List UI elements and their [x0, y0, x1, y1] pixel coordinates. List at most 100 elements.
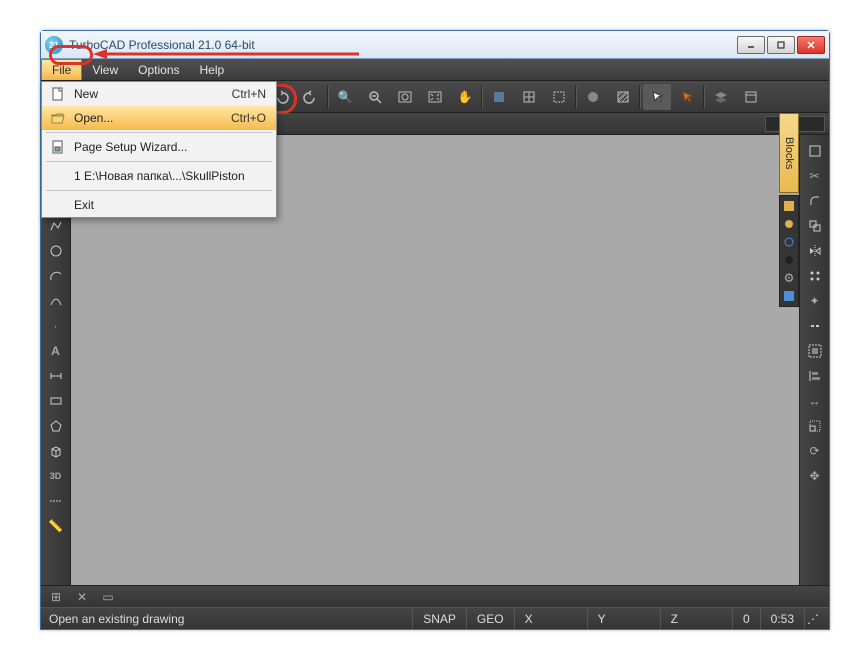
page-setup-icon [48, 140, 68, 154]
tool-zoom-window-icon[interactable] [391, 84, 419, 110]
close-button[interactable] [797, 36, 825, 54]
tool-offset-icon[interactable] [803, 214, 827, 238]
file-menu-recent-1[interactable]: 1 E:\Новая папка\...\SkullPiston [42, 164, 276, 188]
app-icon: 21 [45, 36, 63, 54]
tool-dimension-icon[interactable] [44, 364, 68, 388]
titlebar: 21 TurboCAD Professional 21.0 64-bit [41, 31, 829, 59]
tool-scale-icon[interactable] [803, 414, 827, 438]
status-time: 0:53 [760, 608, 804, 629]
menubar: File View Options Help New Ctrl+N Open..… [41, 59, 829, 81]
toolbar-separator [703, 85, 705, 109]
model-paper-icon[interactable]: ▭ [99, 588, 117, 606]
tool-join-icon[interactable] [803, 314, 827, 338]
tool-text-icon[interactable]: A [44, 339, 68, 363]
tool-align-icon[interactable] [803, 364, 827, 388]
menu-separator [46, 132, 272, 133]
file-menu-new-shortcut: Ctrl+N [232, 87, 266, 101]
tool-point-icon[interactable]: · [44, 314, 68, 338]
tool-modify-icon[interactable] [803, 139, 827, 163]
tool-curve-icon[interactable] [44, 289, 68, 313]
status-bar: Open an existing drawing SNAP GEO X Y Z … [41, 607, 829, 629]
status-x-value[interactable] [537, 612, 577, 626]
status-y-value[interactable] [610, 612, 650, 626]
tool-move-icon[interactable]: ✥ [803, 464, 827, 488]
menu-file[interactable]: File [41, 59, 82, 80]
file-menu-open-label: Open... [68, 111, 231, 125]
status-hint: Open an existing drawing [49, 608, 194, 629]
file-menu-open-shortcut: Ctrl+O [231, 111, 266, 125]
maximize-button[interactable] [767, 36, 795, 54]
tool-select-icon[interactable] [643, 84, 671, 110]
status-resize-grip-icon[interactable]: ⋰ [804, 608, 821, 629]
status-geo[interactable]: GEO [466, 608, 514, 629]
status-z-label: Z [671, 612, 678, 626]
blocks-icon-4[interactable] [781, 252, 797, 268]
blocks-icon-3[interactable] [781, 234, 797, 250]
tool-measure-icon[interactable]: 📏 [44, 514, 68, 538]
tool-rotate-icon[interactable]: ⟳ [803, 439, 827, 463]
tool-group-icon[interactable] [803, 339, 827, 363]
tool-box-icon[interactable] [44, 439, 68, 463]
tool-wireframe-icon[interactable] [515, 84, 543, 110]
file-menu-open[interactable]: Open... Ctrl+O [42, 106, 276, 130]
new-file-icon [48, 87, 68, 101]
file-menu-exit[interactable]: Exit [42, 193, 276, 217]
open-folder-icon [48, 111, 68, 125]
file-menu-new-label: New [68, 87, 232, 101]
file-menu-exit-label: Exit [68, 198, 266, 212]
tool-materials-icon[interactable] [579, 84, 607, 110]
grid-toggle-icon[interactable]: ✕ [73, 588, 91, 606]
tool-properties-icon[interactable] [737, 84, 765, 110]
tool-zoom-out-icon[interactable] [361, 84, 389, 110]
file-menu-page-setup-label: Page Setup Wizard... [68, 140, 266, 154]
tool-hatch-icon[interactable] [609, 84, 637, 110]
tool-3d-select-icon[interactable] [673, 84, 701, 110]
toolbar-separator [575, 85, 577, 109]
tool-redo-icon[interactable] [297, 84, 325, 110]
blocks-icon-5[interactable]: ⚙ [781, 270, 797, 286]
toolbar-separator [327, 85, 329, 109]
status-x: X [514, 608, 587, 629]
tool-pan-icon[interactable]: ✋ [451, 84, 479, 110]
toolbar-separator [639, 85, 641, 109]
file-menu-page-setup[interactable]: Page Setup Wizard... [42, 135, 276, 159]
menu-separator [46, 161, 272, 162]
blocks-panel-tab[interactable]: Blocks [779, 113, 799, 193]
blocks-panel-icons: ⚙ [779, 195, 799, 307]
window-title: TurboCAD Professional 21.0 64-bit [69, 38, 737, 52]
snap-toggle-icon[interactable]: ⊞ [47, 588, 65, 606]
tool-construction-icon[interactable] [44, 489, 68, 513]
tool-explode-icon[interactable]: ✦ [803, 289, 827, 313]
tool-circle-icon[interactable] [44, 239, 68, 263]
status-z: Z [660, 608, 732, 629]
tool-polygon-icon[interactable] [44, 414, 68, 438]
toolbar-separator [481, 85, 483, 109]
menu-help[interactable]: Help [190, 59, 235, 80]
status-snap[interactable]: SNAP [412, 608, 466, 629]
tool-array-icon[interactable] [803, 264, 827, 288]
tool-zoom-in-icon[interactable]: 🔍 [331, 84, 359, 110]
tool-rectangle-icon[interactable] [44, 389, 68, 413]
menu-options[interactable]: Options [128, 59, 189, 80]
status-z-value[interactable] [682, 612, 722, 626]
right-toolbar: ✂ ✦ ↔ ⟳ ✥ [799, 135, 829, 585]
tool-hidden-line-icon[interactable] [545, 84, 573, 110]
blocks-icon-1[interactable] [781, 198, 797, 214]
tool-arc-icon[interactable] [44, 264, 68, 288]
menu-view[interactable]: View [82, 59, 128, 80]
status-x-label: X [525, 612, 533, 626]
tool-mirror-icon[interactable] [803, 239, 827, 263]
status-page: 0 [732, 608, 760, 629]
file-menu-new[interactable]: New Ctrl+N [42, 82, 276, 106]
tool-stretch-icon[interactable]: ↔ [803, 389, 827, 413]
blocks-icon-2[interactable] [781, 216, 797, 232]
tool-3d-icon[interactable]: 3D [44, 464, 68, 488]
bottom-toolbar: ⊞ ✕ ▭ [41, 585, 829, 607]
tool-layers-icon[interactable] [707, 84, 735, 110]
tool-zoom-extents-icon[interactable] [421, 84, 449, 110]
blocks-icon-6[interactable] [781, 288, 797, 304]
tool-fillet-icon[interactable] [803, 189, 827, 213]
tool-render-icon[interactable] [485, 84, 513, 110]
tool-trim-icon[interactable]: ✂ [803, 164, 827, 188]
minimize-button[interactable] [737, 36, 765, 54]
